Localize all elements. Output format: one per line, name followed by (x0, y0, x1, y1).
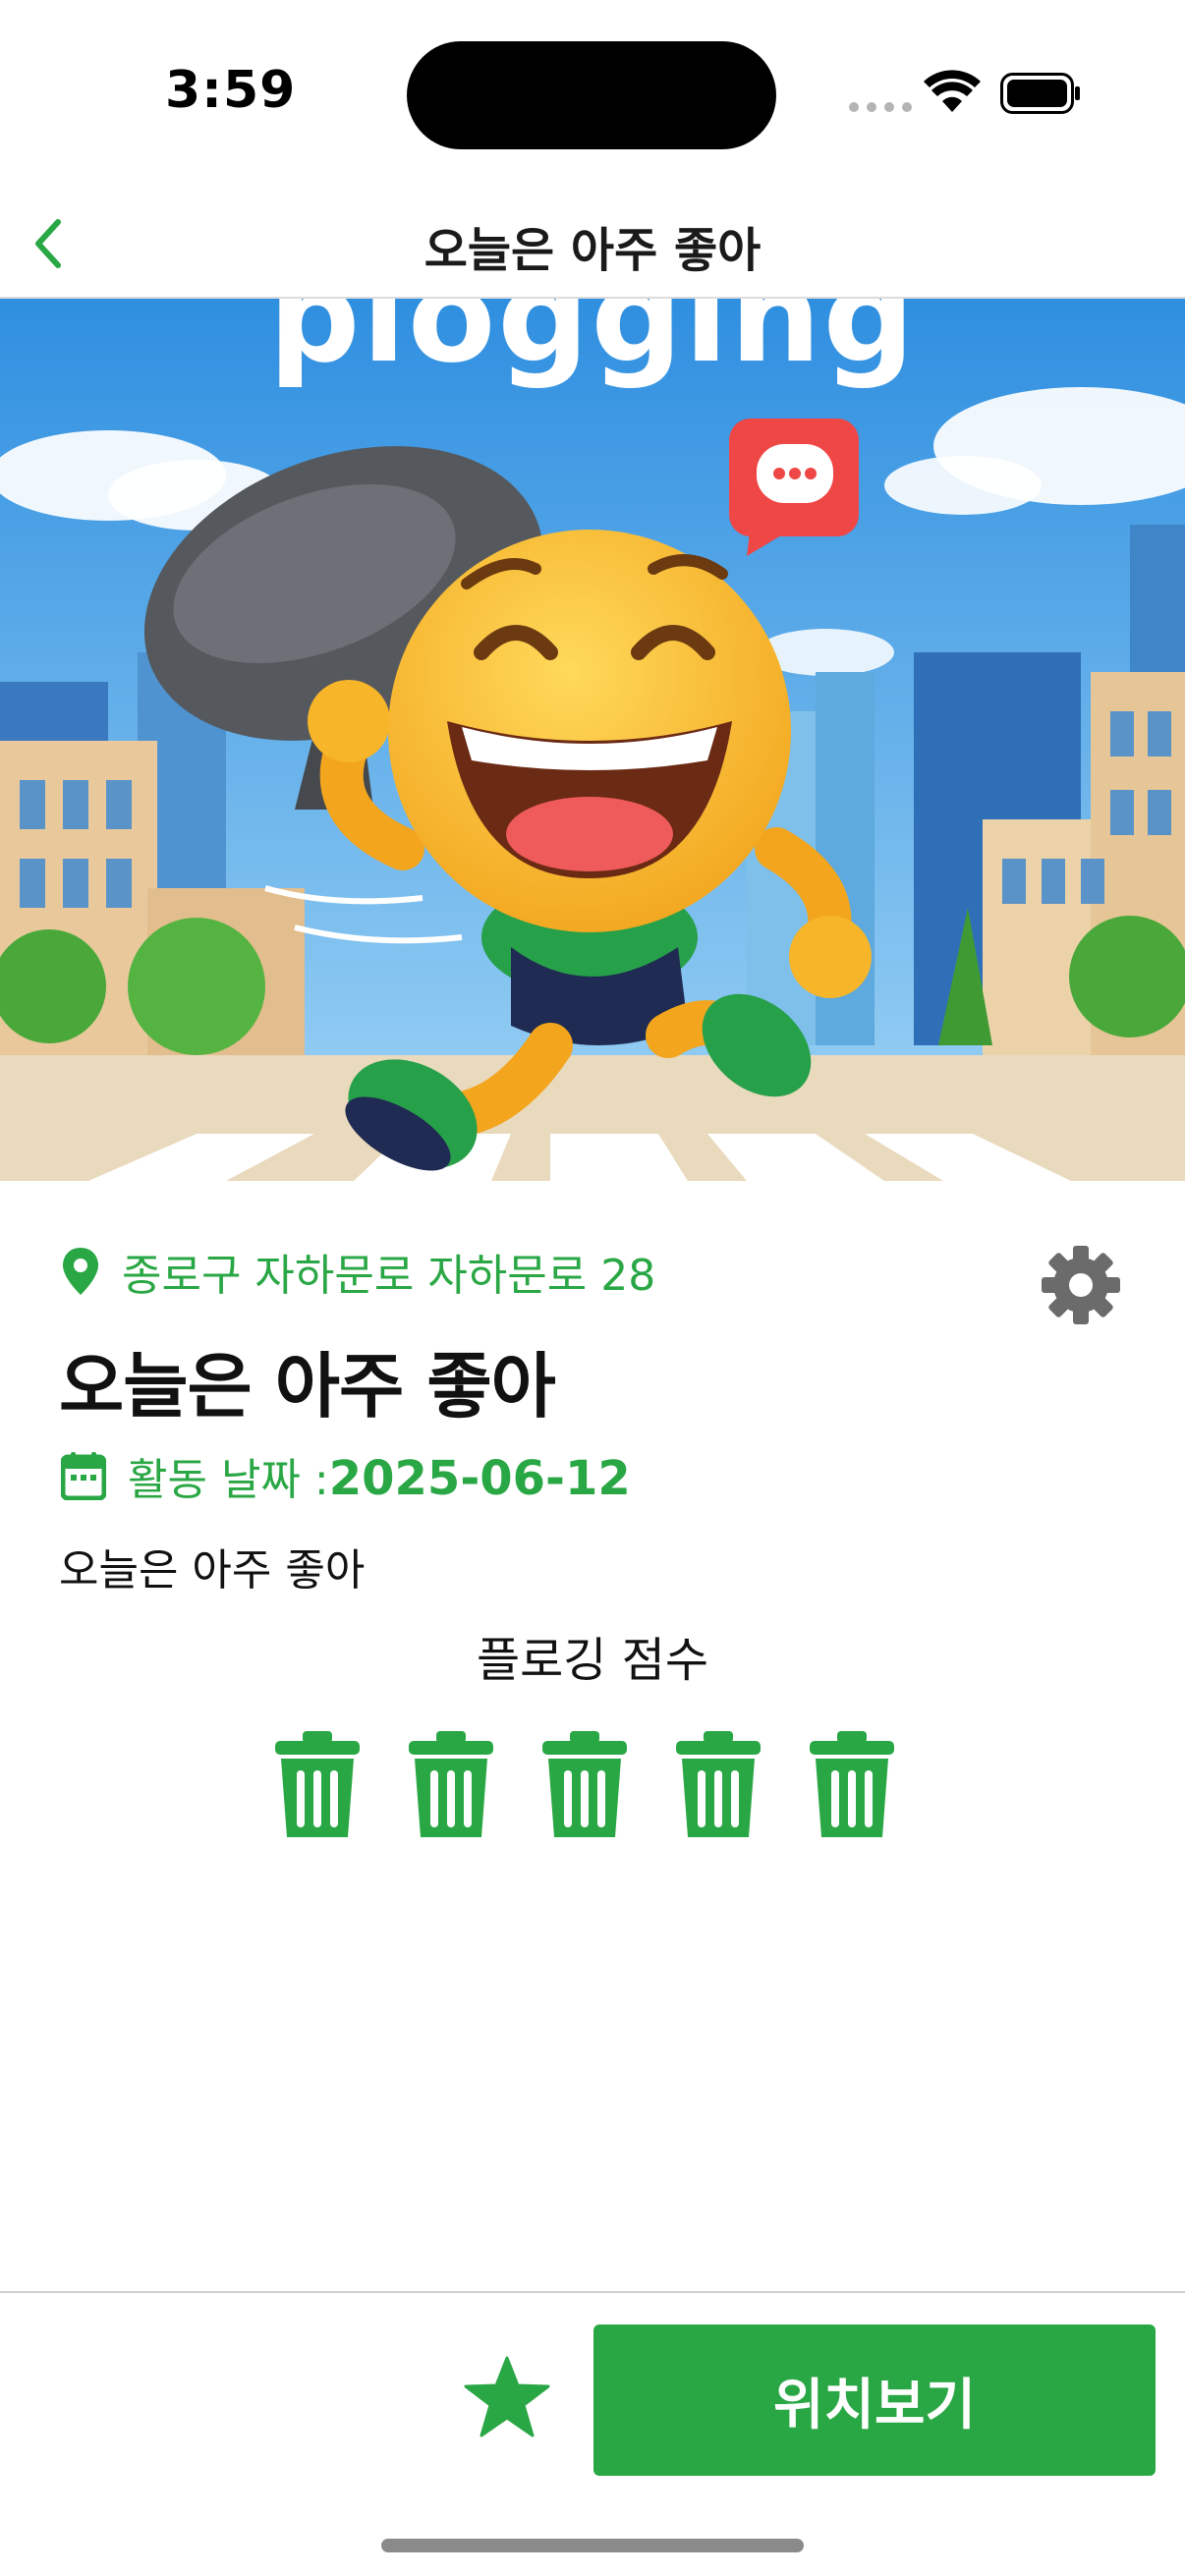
navigation-bar: 오늘은 아주 좋아 (0, 192, 1185, 300)
favorite-button[interactable] (458, 2348, 556, 2446)
score-rating (273, 1729, 896, 1839)
trash-can-icon (409, 1731, 493, 1837)
star-icon (464, 2356, 550, 2437)
settings-button[interactable] (1036, 1240, 1126, 1330)
trash-can-icon (275, 1731, 360, 1837)
hero-image: plogging (0, 299, 1185, 1181)
view-location-button[interactable]: 위치보기 (593, 2324, 1156, 2476)
plogging-mascot-illustration (0, 299, 1185, 1181)
gear-icon (1042, 1246, 1120, 1324)
map-pin-icon (63, 1248, 98, 1295)
date-label: 활동 날짜 : (128, 1455, 329, 1505)
trash-can-icon (676, 1731, 761, 1837)
cellular-signal-icon (849, 102, 912, 112)
hero-word: plogging (268, 299, 917, 391)
score-title: 플로깅 점수 (476, 1633, 709, 1688)
calendar-icon (61, 1452, 106, 1500)
nav-title: 오늘은 아주 좋아 (423, 223, 762, 278)
location-row: 종로구 자하문로 자하문로 28 (61, 1240, 655, 1303)
post-title: 오늘은 아주 좋아 (59, 1345, 556, 1428)
dynamic-island (407, 41, 776, 149)
date-row: 활동 날짜 :2025-06-12 (61, 1444, 631, 1507)
bottom-divider (0, 2291, 1185, 2293)
status-time: 3:59 (165, 61, 297, 120)
location-text: 종로구 자하문로 자하문로 28 (122, 1251, 656, 1301)
wifi-icon (924, 70, 981, 112)
trash-can-icon (810, 1731, 894, 1837)
trash-can-icon (542, 1731, 627, 1837)
status-bar: 3:59 (0, 0, 1185, 177)
battery-icon (1000, 73, 1080, 114)
home-indicator (381, 2539, 804, 2552)
post-body: 오늘은 아주 좋아 (59, 1545, 366, 1596)
date-value: 2025-06-12 (328, 1451, 631, 1506)
